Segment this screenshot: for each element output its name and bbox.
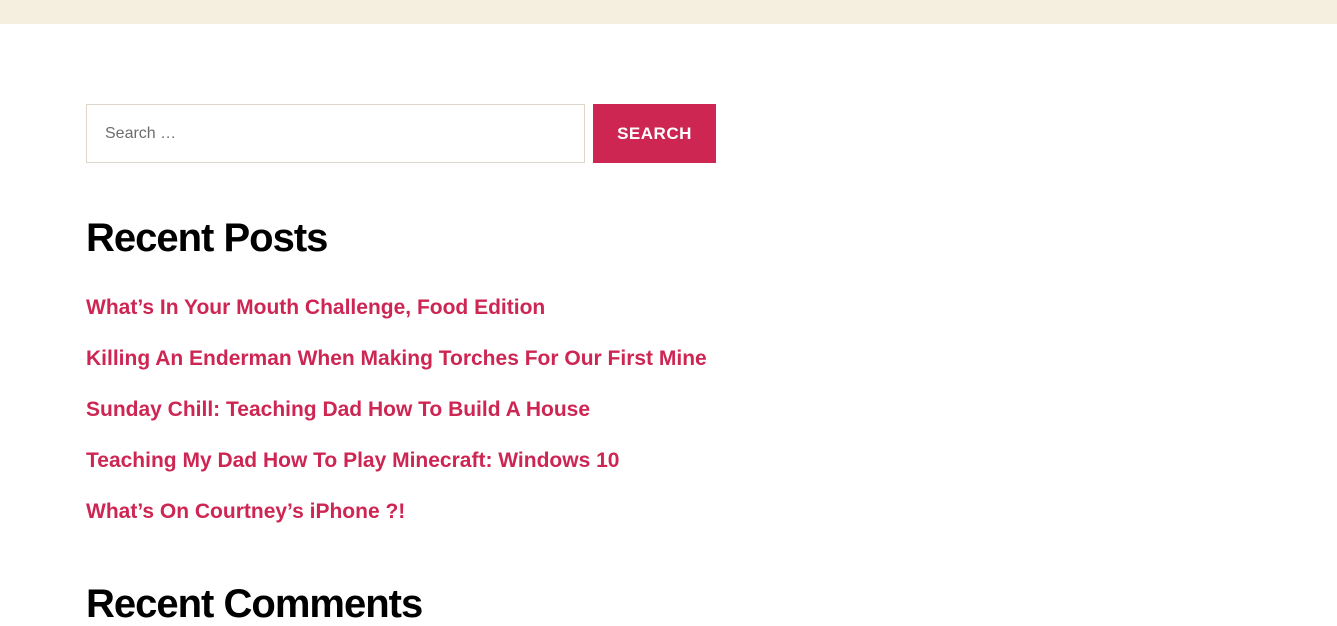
recent-posts-list: What’s In Your Mouth Challenge, Food Edi… xyxy=(86,294,707,549)
recent-posts-title: Recent Posts xyxy=(86,216,328,260)
header-strip xyxy=(0,0,1337,24)
list-item: What’s On Courtney’s iPhone ?! xyxy=(86,498,707,549)
list-item: What’s In Your Mouth Challenge, Food Edi… xyxy=(86,294,707,345)
list-item: Teaching My Dad How To Play Minecraft: W… xyxy=(86,447,707,498)
post-link[interactable]: Killing An Enderman When Making Torches … xyxy=(86,347,707,370)
post-link[interactable]: What’s In Your Mouth Challenge, Food Edi… xyxy=(86,296,545,319)
sidebar-widgets: SEARCH Recent Posts What’s In Your Mouth… xyxy=(86,104,786,626)
list-item: Killing An Enderman When Making Torches … xyxy=(86,345,707,396)
recent-comments-title: Recent Comments xyxy=(86,582,423,626)
search-form: SEARCH xyxy=(86,104,786,163)
post-link[interactable]: Sunday Chill: Teaching Dad How To Build … xyxy=(86,398,590,421)
list-item: Sunday Chill: Teaching Dad How To Build … xyxy=(86,396,707,447)
search-input[interactable] xyxy=(86,104,585,163)
post-link[interactable]: Teaching My Dad How To Play Minecraft: W… xyxy=(86,449,619,472)
search-button[interactable]: SEARCH xyxy=(593,104,716,163)
post-link[interactable]: What’s On Courtney’s iPhone ?! xyxy=(86,500,405,523)
